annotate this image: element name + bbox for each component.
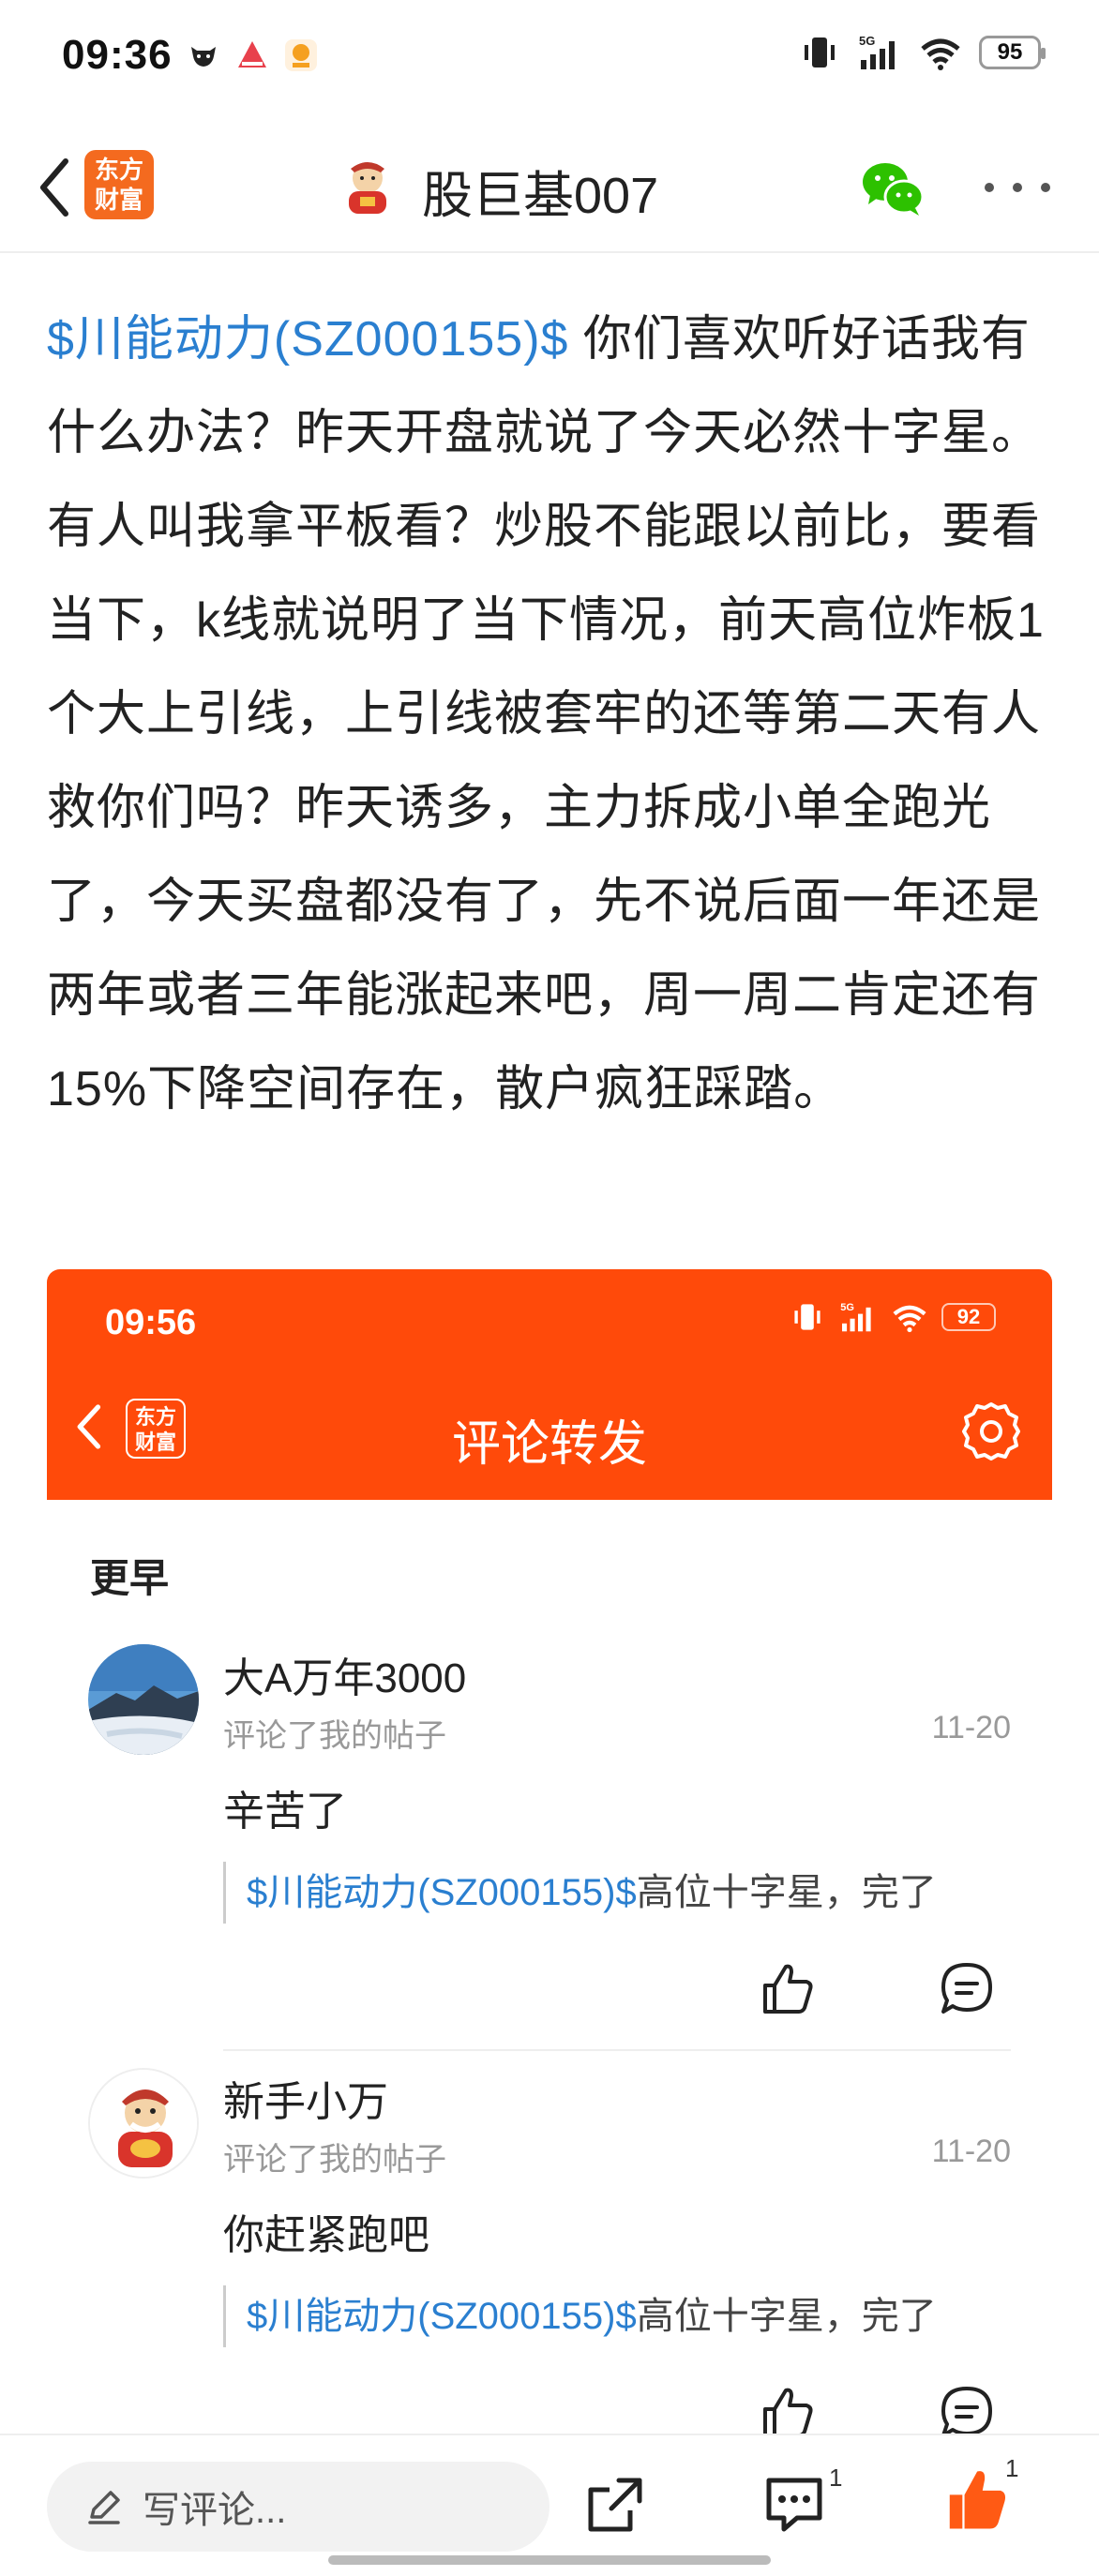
battery-indicator: 95: [979, 36, 1046, 69]
home-indicator[interactable]: [328, 2555, 771, 2565]
svg-text:5G: 5G: [859, 34, 875, 48]
comment-divider: [223, 2049, 1011, 2051]
wechat-share-button[interactable]: [859, 156, 926, 221]
wifi-icon: [921, 38, 960, 70]
avatar: [88, 2068, 199, 2179]
comment-count-badge: 1: [829, 2464, 843, 2492]
comment-reply-button: [938, 2383, 996, 2441]
status-bar: 09:36 5G 95: [0, 0, 1099, 112]
comment-quote: $川能动力(SZ000155)$高位十字星，完了: [223, 2285, 937, 2347]
status-time: 09:36: [62, 32, 173, 78]
comments-button[interactable]: 1: [763, 2464, 842, 2539]
comment-placeholder: 写评论...: [143, 2490, 287, 2531]
comment-action: 评论了我的帖子: [223, 2142, 446, 2178]
comment-action: 评论了我的帖子: [223, 1718, 446, 1754]
top-nav: 东方 财富 股巨基007: [0, 122, 1099, 253]
comment-username: 新手小万: [223, 2079, 388, 2125]
chevron-left-icon: [40, 158, 68, 217]
like-button[interactable]: 1: [943, 2454, 1018, 2539]
thumbs-up-icon: [763, 2388, 813, 2437]
comment-text: 你赶紧跑吧: [223, 2212, 429, 2258]
comment-date: 11-20: [931, 1710, 1011, 1745]
comment-item: 新手小万 评论了我的帖子 11-20 你赶紧跑吧 $川能动力(SZ000155)…: [47, 2068, 1052, 2441]
quote-text: 高位十字星，完了: [636, 1872, 937, 1913]
more-dot-icon: [1041, 183, 1050, 192]
comment-text: 辛苦了: [223, 1789, 347, 1835]
post-content: 你们喜欢听好话我有什么办法？昨天开盘就说了今天必然十字星。有人叫我拿平板看？炒股…: [47, 312, 1045, 1116]
more-options-button[interactable]: [985, 159, 1050, 216]
quote-stock-tag: $川能动力(SZ000155)$: [247, 1872, 637, 1913]
svg-text:5G: 5G: [840, 1302, 854, 1313]
avatar: [88, 1644, 199, 1755]
embed-header: 09:56 5G 92 东方 财富 评论转发: [47, 1269, 1052, 1500]
author-name[interactable]: 股巨基007: [422, 154, 658, 228]
comment-input[interactable]: 写评论...: [47, 2462, 550, 2552]
section-label: 更早: [90, 1556, 170, 1600]
embed-status-time: 09:56: [105, 1303, 197, 1342]
comment-icon: [766, 2478, 822, 2532]
app-logo[interactable]: 东方 财富: [84, 150, 154, 219]
cow-app-icon: [186, 37, 221, 73]
comment-username: 大A万年3000: [223, 1655, 467, 1701]
embed-page-title: 评论转发: [451, 1417, 647, 1472]
comment-like-button: [758, 2383, 816, 2441]
embedded-screenshot[interactable]: 09:56 5G 92 东方 财富 评论转发 更早 大A万年3000 评论了我的…: [47, 1269, 1052, 2441]
embed-status-indicators: 5G 92: [790, 1301, 996, 1333]
embed-settings-button: [958, 1399, 1024, 1464]
embed-battery-indicator: 92: [941, 1303, 996, 1331]
comment-item: 大A万年3000 评论了我的帖子 11-20 辛苦了 $川能动力(SZ00015…: [47, 1644, 1052, 2057]
like-count-badge: 1: [1005, 2454, 1019, 2482]
back-button[interactable]: [26, 150, 83, 225]
stock-tag-link[interactable]: $川能动力(SZ000155)$: [47, 312, 568, 367]
vibrate-icon: [794, 1304, 820, 1330]
signal-icon: 5G: [859, 34, 895, 69]
pencil-icon: [88, 2491, 120, 2524]
quote-stock-tag: $川能动力(SZ000155)$: [247, 2296, 637, 2337]
quote-text: 高位十字星，完了: [636, 2296, 937, 2337]
notification-icons: [186, 37, 319, 73]
chat-bubble-icon: [941, 2387, 992, 2437]
chat-bubble-icon: [941, 1963, 992, 2014]
orange-app-icon: [283, 37, 319, 73]
vibrate-icon: [805, 37, 835, 67]
comment-like-button: [758, 1959, 816, 2017]
comment-reply-button: [938, 1959, 996, 2017]
comment-date: 11-20: [931, 2134, 1011, 2169]
status-indicators: 5G 95: [799, 34, 1046, 71]
more-dot-icon: [985, 183, 994, 192]
post-body: $川能动力(SZ000155)$ 你们喜欢听好话我有什么办法？昨天开盘就说了今天…: [47, 292, 1060, 1136]
gear-icon: [962, 1402, 1020, 1460]
share-icon: [588, 2478, 642, 2532]
share-button[interactable]: [581, 2473, 647, 2539]
signal-icon: 5G: [840, 1302, 871, 1332]
wifi-icon: [893, 1305, 926, 1333]
author-avatar[interactable]: [338, 157, 398, 217]
thumbs-up-icon: [763, 1964, 813, 2014]
wechat-icon: [863, 163, 925, 216]
more-dot-icon: [1013, 183, 1022, 192]
red-app-icon: [234, 37, 270, 73]
comment-quote: $川能动力(SZ000155)$高位十字星，完了: [223, 1862, 937, 1924]
thumbs-up-filled-icon: [949, 2471, 1006, 2529]
